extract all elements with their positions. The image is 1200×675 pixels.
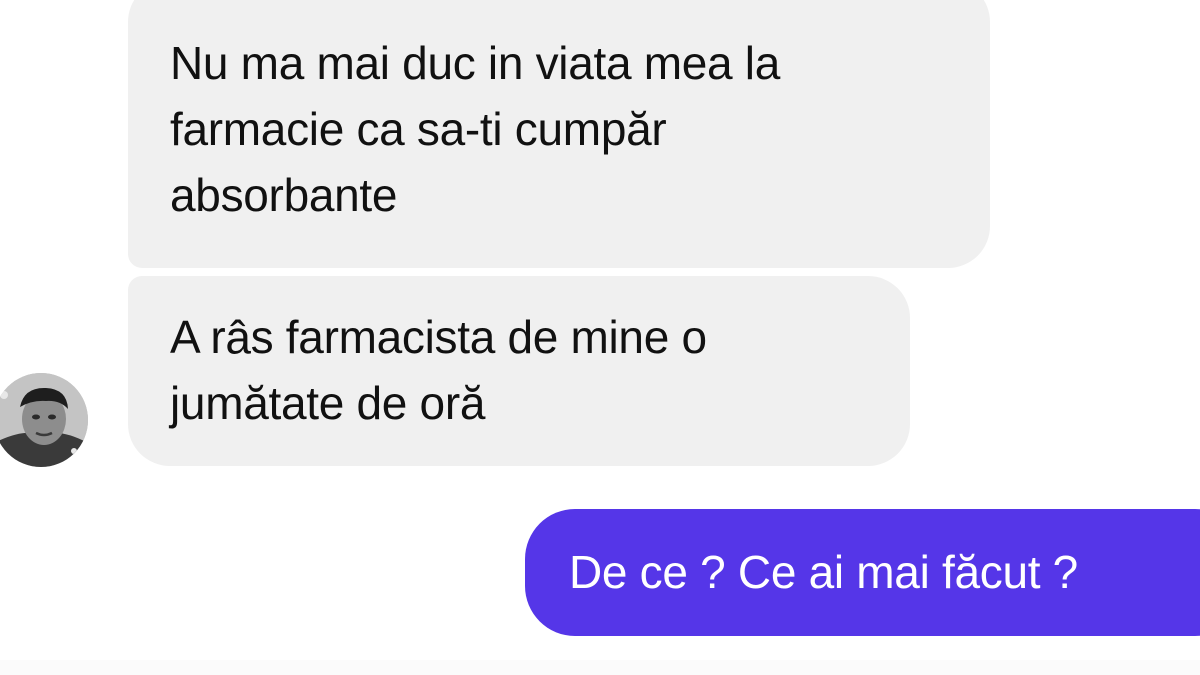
incoming-message-bubble[interactable]: A râs farmacista de mine o jumătate de o… (128, 276, 910, 466)
message-text-line: absorbante (170, 169, 398, 221)
message-text: De ce ? Ce ai mai făcut ? (569, 546, 1078, 598)
contact-avatar[interactable] (0, 373, 88, 467)
chat-thread: Nu ma mai duc in viata mea la farmacie c… (0, 0, 1200, 675)
incoming-message-bubble[interactable]: Nu ma mai duc in viata mea la farmacie c… (128, 0, 990, 268)
message-text-line: Nu ma mai duc in viata mea la (170, 37, 781, 89)
message-text-line: jumătate de oră (170, 377, 486, 429)
message-text-line: A râs farmacista de mine o (170, 311, 707, 363)
person-photo-avatar-icon (0, 373, 88, 467)
outgoing-message-bubble[interactable]: De ce ? Ce ai mai făcut ? (525, 509, 1200, 636)
thread-bottom-edge (0, 660, 1200, 675)
message-text-line: farmacie ca sa-ti cumpăr (170, 103, 667, 155)
